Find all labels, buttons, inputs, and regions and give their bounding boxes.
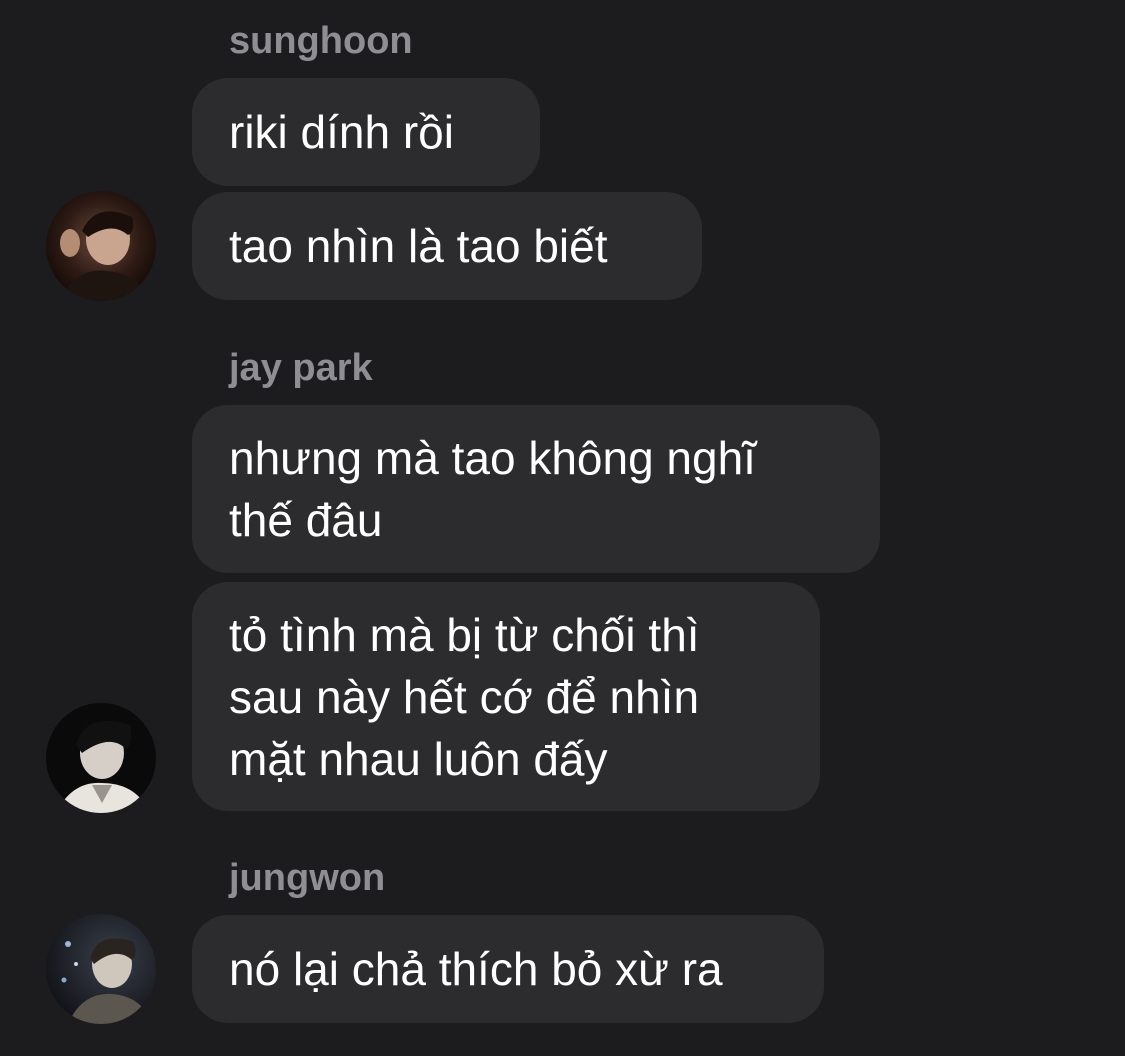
sender-name: sunghoon — [229, 20, 413, 62]
sender-avatar[interactable] — [46, 191, 156, 301]
chat-thread: sunghoon riki dính rồi tao nhìn là tao b… — [0, 0, 1125, 1056]
message-bubble[interactable]: nó lại chả thích bỏ xừ ra — [192, 915, 824, 1023]
message-bubble[interactable]: tao nhìn là tao biết — [192, 192, 702, 300]
message-bubble[interactable]: riki dính rồi — [192, 78, 540, 186]
sender-name: jungwon — [229, 857, 386, 899]
message-bubble[interactable]: nhưng mà tao không nghĩ thế đâu — [192, 405, 880, 573]
sender-avatar[interactable] — [46, 914, 156, 1024]
user-avatar-icon — [46, 191, 156, 301]
message-bubble[interactable]: tỏ tình mà bị từ chối thì sau này hết cớ… — [192, 582, 820, 811]
user-avatar-icon — [46, 703, 156, 813]
sender-avatar[interactable] — [46, 703, 156, 813]
sender-name: jay park — [229, 347, 373, 389]
user-avatar-icon — [46, 914, 156, 1024]
